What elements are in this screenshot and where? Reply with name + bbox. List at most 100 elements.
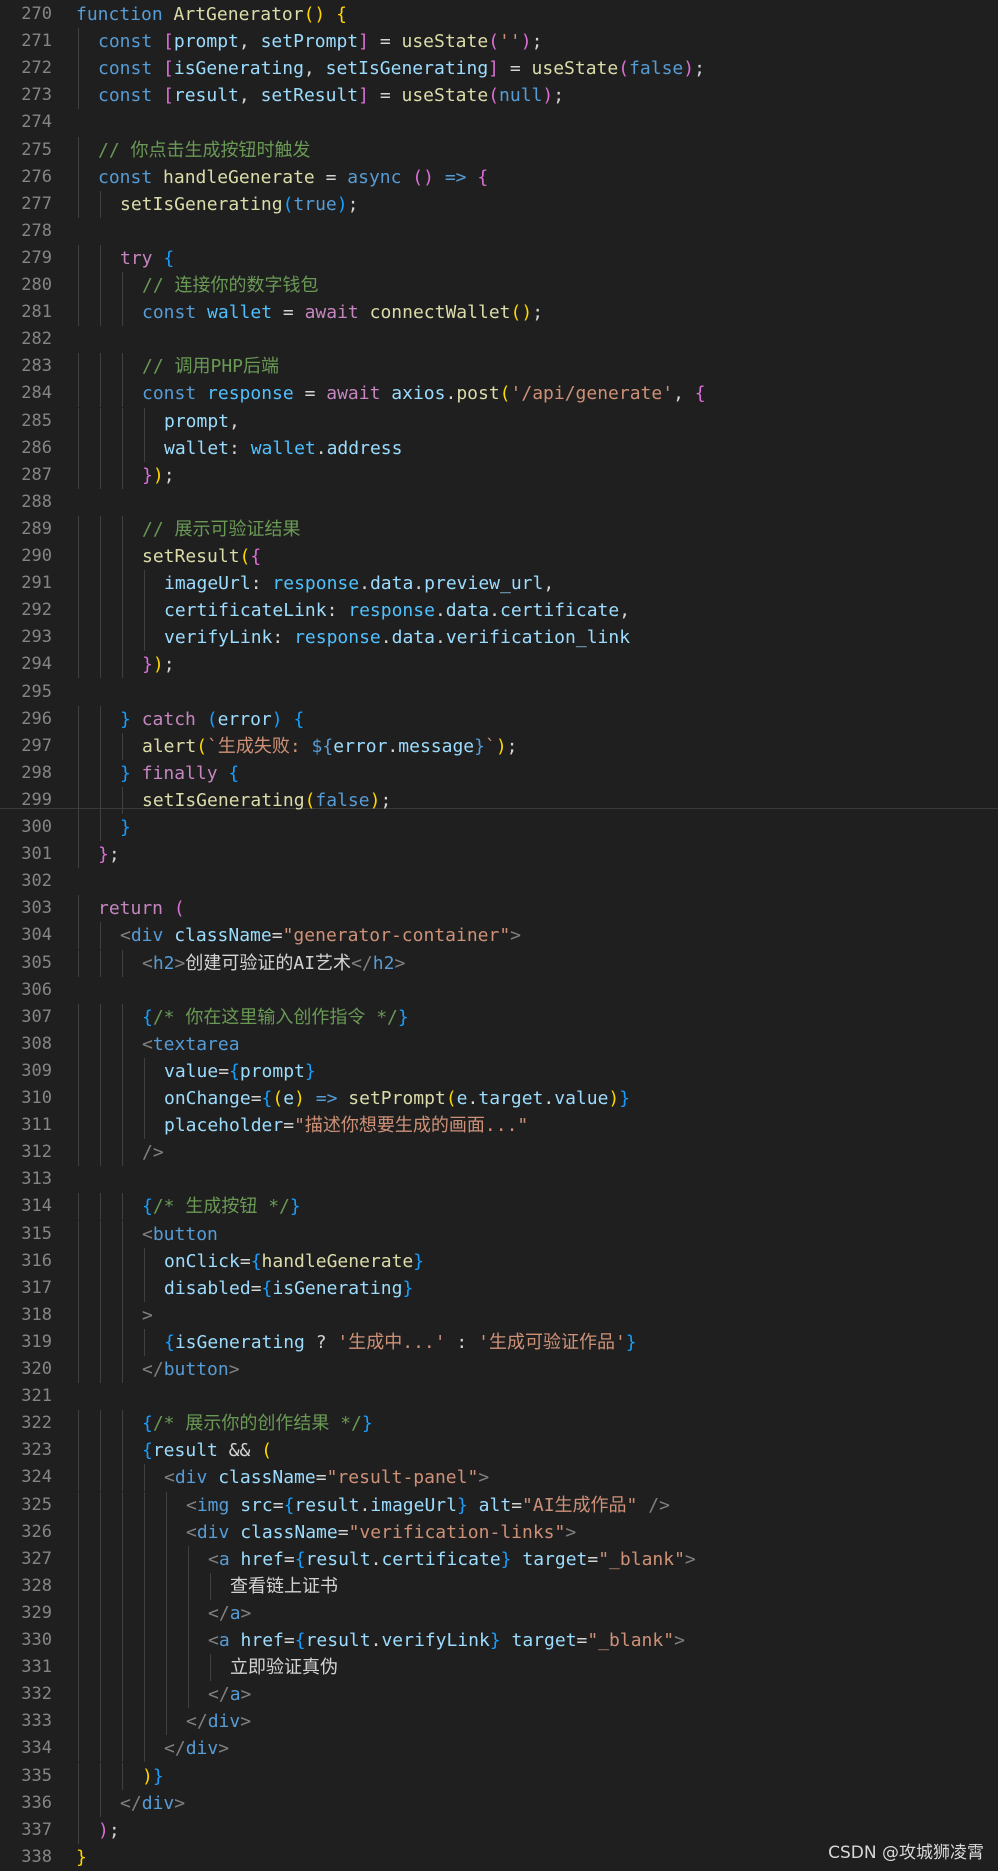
code-line[interactable]: 284 const response = await axios.post('/a…: [0, 380, 998, 408]
code-line[interactable]: 272 const [isGenerating, setIsGenerating]…: [0, 55, 998, 83]
code-editor[interactable]: 270 function ArtGenerator() {271 const [pr…: [0, 0, 998, 1869]
code-line[interactable]: 292 certificateLink: response.data.certif…: [0, 597, 998, 625]
code-line[interactable]: 317 disabled={isGenerating}: [0, 1274, 998, 1302]
code-line[interactable]: 316 onClick={handleGenerate}: [0, 1247, 998, 1275]
code-token: :: [272, 627, 295, 649]
code-line[interactable]: 274: [0, 109, 998, 136]
code-line[interactable]: 275 // 你点击生成按钮时触发: [0, 136, 998, 164]
indent-guide: [122, 1274, 123, 1302]
code-line[interactable]: 295: [0, 679, 998, 706]
code-text: placeholder="描述你想要生成的画面...": [164, 1112, 528, 1139]
code-line[interactable]: 305 <h2>创建可验证的AI艺术</h2>: [0, 949, 998, 977]
code-line[interactable]: 332 </a>: [0, 1681, 998, 1709]
code-line[interactable]: 271 const [prompt, setPrompt] = useState(…: [0, 28, 998, 56]
indent-guide: [78, 597, 79, 625]
code-line[interactable]: 313: [0, 1166, 998, 1193]
indent-guide: [78, 434, 79, 462]
indent-guide: [100, 1491, 101, 1519]
code-text: {/* 展示你的创作结果 */}: [142, 1410, 373, 1437]
code-line[interactable]: 319 {isGenerating ? '生成中...' : '生成可验证作品'}: [0, 1328, 998, 1356]
code-line[interactable]: 289 // 展示可验证结果: [0, 515, 998, 543]
code-line[interactable]: 298} finally {: [0, 759, 998, 787]
code-line[interactable]: 335)}: [0, 1762, 998, 1790]
code-line[interactable]: 308 <textarea: [0, 1030, 998, 1058]
code-line[interactable]: 290 setResult({: [0, 543, 998, 570]
code-line[interactable]: 288: [0, 489, 998, 516]
code-line[interactable]: 293 verifyLink: response.data.verificatio…: [0, 624, 998, 652]
line-number: 295: [21, 681, 52, 702]
code-line[interactable]: 277 setIsGenerating(true);: [0, 190, 998, 218]
code-token: .: [434, 600, 446, 622]
code-token: /* 展示你的创作结果 */: [152, 1413, 362, 1435]
code-line[interactable]: 325 <img src={result.imageUrl} alt="AI生成作…: [0, 1491, 998, 1519]
code-line[interactable]: 304 <div className="generator-container">: [0, 922, 998, 950]
line-number: 323: [21, 1440, 52, 1461]
code-line[interactable]: 327 <a href={result.certificate} target="…: [0, 1545, 998, 1573]
code-line[interactable]: 300}: [0, 814, 998, 841]
code-line[interactable]: 336 </div>: [0, 1789, 998, 1817]
code-line[interactable]: 323 {result && (: [0, 1437, 998, 1465]
code-line[interactable]: 297 alert(`生成失败: ${error.message}`);: [0, 732, 998, 760]
code-line[interactable]: 324 <div className="result-panel">: [0, 1464, 998, 1492]
line-number: 303: [21, 898, 52, 919]
code-line[interactable]: 270 function ArtGenerator() {: [0, 1, 998, 28]
indent-guide: [100, 1735, 101, 1763]
code-token: (): [412, 166, 445, 188]
code-line[interactable]: 326 <div className="verification-links">: [0, 1518, 998, 1546]
indent-guide: [144, 1274, 145, 1302]
code-token: target: [478, 1088, 544, 1109]
code-line[interactable]: 301};: [0, 841, 998, 869]
code-line[interactable]: 320 </button>: [0, 1356, 998, 1383]
code-token: await: [304, 302, 370, 324]
code-line[interactable]: 318 >: [0, 1301, 998, 1329]
code-line[interactable]: 281 const wallet = await connectWallet();: [0, 299, 998, 327]
code-token: catch: [141, 708, 207, 730]
code-line[interactable]: 291 imageUrl: response.data.preview_url,: [0, 570, 998, 598]
code-line[interactable]: 273 const [result, setResult] = useState(…: [0, 82, 998, 110]
code-token: (: [239, 546, 251, 567]
code-line[interactable]: 329 </a>: [0, 1599, 998, 1627]
code-line[interactable]: 331 立即验证真伪: [0, 1654, 998, 1682]
code-token: return: [98, 898, 174, 920]
code-line[interactable]: 307 {/* 你在这里输入创作指令 */}: [0, 1003, 998, 1031]
code-line[interactable]: 328 查看链上证书: [0, 1572, 998, 1600]
code-line[interactable]: 282: [0, 326, 998, 353]
code-line[interactable]: 278: [0, 218, 998, 245]
indent-guide: [78, 190, 79, 218]
code-line[interactable]: 294});: [0, 651, 998, 679]
code-line[interactable]: 286 wallet: wallet.address: [0, 434, 998, 462]
code-line[interactable]: 302: [0, 868, 998, 895]
code-line[interactable]: 279 try {: [0, 244, 998, 272]
code-line[interactable]: 330 <a href={result.verifyLink} target="_…: [0, 1627, 998, 1654]
code-line[interactable]: 315 <button: [0, 1220, 998, 1248]
code-line[interactable]: 314 {/* 生成按钮 */}: [0, 1193, 998, 1221]
code-line[interactable]: 303 return (: [0, 895, 998, 923]
indent-guide: [122, 380, 123, 408]
code-text: } catch (error) {: [120, 706, 304, 733]
line-number: 300: [21, 817, 52, 837]
line-number: 289: [21, 518, 52, 539]
code-line[interactable]: 311 placeholder="描述你想要生成的画面...": [0, 1112, 998, 1140]
code-line[interactable]: 296} catch (error) {: [0, 705, 998, 733]
code-line[interactable]: 299 setIsGenerating(false);: [0, 786, 998, 814]
code-line[interactable]: 306: [0, 977, 998, 1004]
code-token: =: [283, 1548, 295, 1570]
indent-guide: [100, 732, 101, 760]
code-line[interactable]: 285 prompt,: [0, 407, 998, 435]
code-line[interactable]: 312 />: [0, 1139, 998, 1167]
code-line[interactable]: 287});: [0, 461, 998, 489]
code-line[interactable]: 283 // 调用PHP后端: [0, 353, 998, 381]
code-line[interactable]: 310 onChange={(e) => setPrompt(e.target.v…: [0, 1085, 998, 1112]
indent-guide: [100, 1274, 101, 1302]
code-line[interactable]: 321: [0, 1383, 998, 1410]
code-line[interactable]: 276 const handleGenerate = async () => {: [0, 163, 998, 191]
code-text: {isGenerating ? '生成中...' : '生成可验证作品'}: [164, 1329, 637, 1356]
code-line[interactable]: 280 // 连接你的数字钱包: [0, 272, 998, 299]
code-token: ;: [347, 193, 359, 215]
line-number: 276: [21, 166, 52, 187]
code-line[interactable]: 333 </div>: [0, 1708, 998, 1736]
code-line[interactable]: 309 value={prompt}: [0, 1057, 998, 1085]
code-line[interactable]: 334 </div>: [0, 1735, 998, 1763]
code-line[interactable]: 322 {/* 展示你的创作结果 */}: [0, 1410, 998, 1438]
code-token: wallet: [207, 302, 273, 324]
